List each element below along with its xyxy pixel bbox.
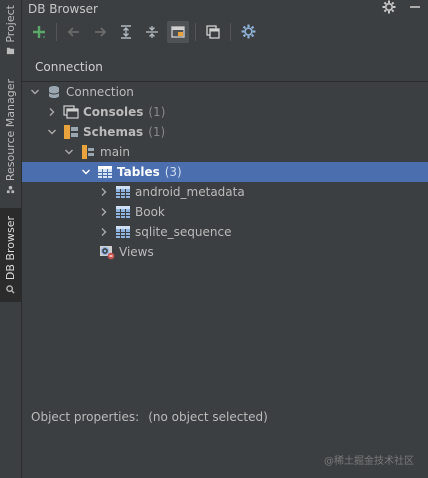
object-properties-value: (no object selected): [148, 410, 268, 424]
chevron-right-icon[interactable]: [99, 227, 109, 237]
table-icon: [116, 186, 130, 198]
tab-project[interactable]: Project: [0, 0, 21, 60]
tool-window-strip: Project Resource Manager DB Browser: [0, 0, 22, 478]
panel-title: DB Browser: [28, 1, 98, 16]
toggle-view-icon: [171, 25, 185, 38]
tree-label: Consoles: [83, 105, 144, 119]
tree-label: Schemas: [83, 125, 144, 139]
resource-icon: [6, 185, 15, 194]
table-icon: [116, 206, 130, 218]
open-console-icon: [206, 24, 220, 39]
watermark: @稀土掘金技术社区: [324, 456, 414, 467]
collapse-all-button[interactable]: [141, 21, 163, 43]
settings-icon: [241, 24, 255, 39]
tree-node-table[interactable]: android_metadata: [22, 182, 428, 202]
toggle-view-button[interactable]: [167, 20, 189, 43]
folder-icon: [6, 48, 15, 55]
tree-count: (3): [164, 165, 182, 179]
panel-title-bar: DB Browser: [22, 0, 428, 17]
gear-icon[interactable]: [382, 0, 396, 14]
tree-label: Views: [119, 245, 154, 259]
settings-button[interactable]: [237, 21, 259, 43]
tab-project-label: Project: [4, 4, 17, 43]
browser-toolbar: [22, 17, 428, 46]
chevron-down-icon[interactable]: [30, 87, 40, 97]
db-browser-panel: DB Browser Connection Connection Console…: [22, 0, 428, 478]
toolbar-separator: [56, 22, 57, 41]
connection-header[interactable]: Connection: [22, 53, 428, 82]
tree-label: Tables: [117, 165, 160, 179]
chevron-right-icon[interactable]: [47, 107, 57, 117]
schemas-icon: [64, 125, 78, 139]
tree-label: android_metadata: [135, 185, 245, 199]
schema-icon: [82, 145, 94, 159]
toolbar-separator: [195, 22, 196, 41]
open-console-button[interactable]: [202, 21, 224, 43]
chevron-down-icon[interactable]: [47, 127, 57, 137]
consoles-icon: [63, 105, 79, 119]
tab-db-browser-label: DB Browser: [4, 216, 17, 281]
tab-resource-manager[interactable]: Resource Manager: [0, 74, 21, 199]
views-icon: [100, 246, 115, 260]
toolbar-separator: [230, 22, 231, 41]
connection-header-label: Connection: [35, 60, 103, 74]
object-properties: Object properties: (no object selected): [31, 410, 268, 424]
tree-node-tables[interactable]: Tables (3): [22, 162, 428, 182]
expand-all-icon: [121, 24, 131, 39]
tree-node-table[interactable]: sqlite_sequence: [22, 222, 428, 242]
tree-node-consoles[interactable]: Consoles (1): [22, 102, 428, 122]
add-icon: [33, 25, 45, 38]
tree-node-table[interactable]: Book: [22, 202, 428, 222]
tree-label: Book: [135, 205, 165, 219]
tree-node-schemas[interactable]: Schemas (1): [22, 122, 428, 142]
tab-db-browser[interactable]: DB Browser: [0, 208, 21, 302]
forward-icon: [95, 26, 107, 37]
tree-node-main[interactable]: main: [22, 142, 428, 162]
tree-count: (1): [148, 105, 166, 119]
db-browser-icon: [6, 284, 15, 294]
back-icon: [67, 26, 79, 37]
tree-node-connection[interactable]: Connection: [22, 82, 428, 102]
tree-label: sqlite_sequence: [135, 225, 232, 239]
minimize-icon[interactable]: [408, 0, 422, 14]
table-icon: [116, 226, 130, 238]
back-button[interactable]: [63, 21, 85, 43]
chevron-right-icon[interactable]: [99, 187, 109, 197]
chevron-down-icon[interactable]: [64, 147, 74, 157]
object-properties-label: Object properties:: [31, 410, 140, 424]
collapse-all-icon: [146, 25, 158, 38]
add-connection-button[interactable]: [28, 21, 50, 43]
tree-node-views[interactable]: Views: [22, 242, 428, 262]
tab-resource-manager-label: Resource Manager: [4, 78, 17, 182]
tree-count: (1): [148, 125, 166, 139]
database-icon: [48, 86, 60, 98]
chevron-down-icon[interactable]: [81, 167, 91, 177]
tree-label: Connection: [66, 85, 134, 99]
chevron-right-icon[interactable]: [99, 207, 109, 217]
forward-button[interactable]: [89, 21, 111, 43]
tree-label: main: [100, 145, 130, 159]
expand-all-button[interactable]: [115, 21, 137, 43]
tables-icon: [98, 166, 112, 178]
